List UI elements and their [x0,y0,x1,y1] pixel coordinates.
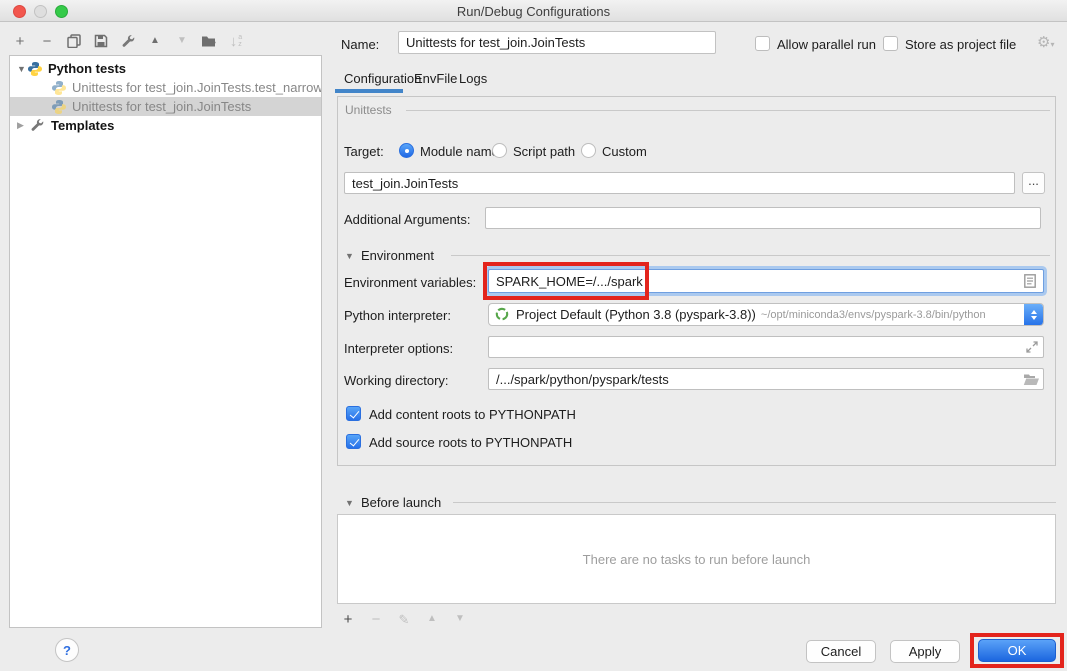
title-bar: Run/Debug Configurations [0,0,1067,22]
section-divider [453,502,1056,503]
remove-task-button: − [368,611,384,627]
unittests-section-label: Unittests [345,103,392,117]
additional-arguments-input[interactable] [485,207,1041,229]
module-name-input[interactable] [344,172,1015,194]
target-custom-radio[interactable] [581,143,596,158]
python-interpreter-label: Python interpreter: [344,308,451,323]
tasks-toolbar: + − ✎ ▲ ▼ [340,609,468,629]
name-label: Name: [341,37,379,52]
interpreter-options-input[interactable] [488,336,1044,358]
tree-item-python-tests[interactable]: ▼ Python tests [10,59,321,78]
browse-module-button[interactable]: ... [1022,172,1045,194]
move-task-down-button: ▼ [452,611,468,627]
python-interpreter-value: Project Default (Python 3.8 (pyspark-3.8… [516,307,756,322]
section-divider [451,255,1050,256]
copy-configuration-icon[interactable] [66,33,82,49]
before-launch-tasks-list: There are no tasks to run before launch [337,514,1056,604]
add-content-roots-label: Add content roots to PYTHONPATH [369,407,576,422]
additional-arguments-label: Additional Arguments: [344,212,470,227]
conda-environment-icon [495,307,511,323]
expand-arrow-icon[interactable]: ▶ [17,120,27,131]
tab-logs[interactable]: Logs [459,71,487,86]
add-source-roots-label: Add source roots to PYTHONPATH [369,435,572,450]
active-tab-indicator [335,89,403,93]
environment-section-title: Environment [361,248,434,263]
annotation-highlight-ok [970,633,1064,668]
configurations-toolbar: + − ▲ ▼ ↓ az [12,29,244,53]
edit-templates-wrench-icon[interactable] [120,33,136,49]
environment-collapse-arrow-icon[interactable]: ▼ [345,251,354,261]
allow-parallel-run-label: Allow parallel run [777,37,876,52]
tree-item-label: Unittests for test_join.JoinTests [72,99,251,114]
working-directory-label: Working directory: [344,373,449,388]
add-task-button[interactable]: + [340,611,356,627]
help-button[interactable]: ? [55,638,79,662]
configurations-tree: ▼ Python tests Unittests for test_join.J… [9,55,322,628]
apply-button[interactable]: Apply [890,640,960,663]
combo-arrows-icon[interactable] [1024,303,1043,326]
interpreter-options-label: Interpreter options: [344,341,453,356]
tree-item-jointests-selected[interactable]: Unittests for test_join.JoinTests [10,97,321,116]
templates-wrench-icon [30,118,46,134]
before-launch-section-title: Before launch [361,495,441,510]
tree-item-test-narrow[interactable]: Unittests for test_join.JoinTests.test_n… [10,78,321,97]
tree-item-label: Unittests for test_join.JoinTests.test_n… [72,80,321,95]
unittest-icon [51,80,67,96]
store-options-gear-icon[interactable]: ⚙▾ [1037,33,1054,51]
tree-item-label: Python tests [48,61,126,76]
save-configuration-icon[interactable] [93,33,109,49]
expand-field-icon[interactable] [1026,341,1042,357]
tree-item-label: Templates [51,118,114,133]
add-source-roots-checkbox[interactable] [346,434,361,449]
new-folder-icon[interactable] [201,33,217,49]
move-up-button[interactable]: ▲ [147,33,163,49]
name-input[interactable] [398,31,716,54]
unittest-icon [51,99,67,115]
tab-envfile[interactable]: EnvFile [414,71,457,86]
target-script-path-radio[interactable] [492,143,507,158]
allow-parallel-run-checkbox[interactable] [755,36,770,51]
target-custom-label: Custom [602,144,647,159]
store-as-project-file-label: Store as project file [905,37,1016,52]
working-directory-input[interactable] [488,368,1044,390]
store-as-project-file-checkbox[interactable] [883,36,898,51]
python-interpreter-path: ~/opt/miniconda3/envs/pyspark-3.8/bin/py… [761,309,1024,321]
target-module-name-label: Module name [420,144,499,159]
run-debug-configurations-dialog: Run/Debug Configurations + − ▲ ▼ ↓ az ▼ [0,0,1067,671]
add-configuration-button[interactable]: + [12,33,28,49]
remove-configuration-button[interactable]: − [39,33,55,49]
target-label: Target: [344,144,384,159]
no-tasks-message: There are no tasks to run before launch [583,552,811,567]
window-title: Run/Debug Configurations [0,4,1067,19]
annotation-highlight-env-vars [483,262,649,300]
tree-item-templates[interactable]: ▶ Templates [10,116,321,135]
browse-folder-icon[interactable] [1023,374,1039,390]
target-module-name-radio[interactable] [399,143,414,158]
tab-configuration[interactable]: Configuration [344,71,421,86]
python-interpreter-select[interactable]: Project Default (Python 3.8 (pyspark-3.8… [488,303,1044,326]
move-task-up-button: ▲ [424,611,440,627]
environment-variables-label: Environment variables: [344,275,476,290]
edit-task-pencil-icon: ✎ [396,611,412,627]
edit-environment-variables-icon[interactable] [1024,274,1040,290]
add-content-roots-checkbox[interactable] [346,406,361,421]
python-tests-icon [27,61,43,77]
target-script-path-label: Script path [513,144,575,159]
before-launch-collapse-arrow-icon[interactable]: ▼ [345,498,354,508]
cancel-button[interactable]: Cancel [806,640,876,663]
sort-configurations-icon: ↓ az [228,33,244,49]
collapse-arrow-icon[interactable]: ▼ [17,64,27,74]
move-down-button: ▼ [174,33,190,49]
section-divider [406,110,1050,111]
